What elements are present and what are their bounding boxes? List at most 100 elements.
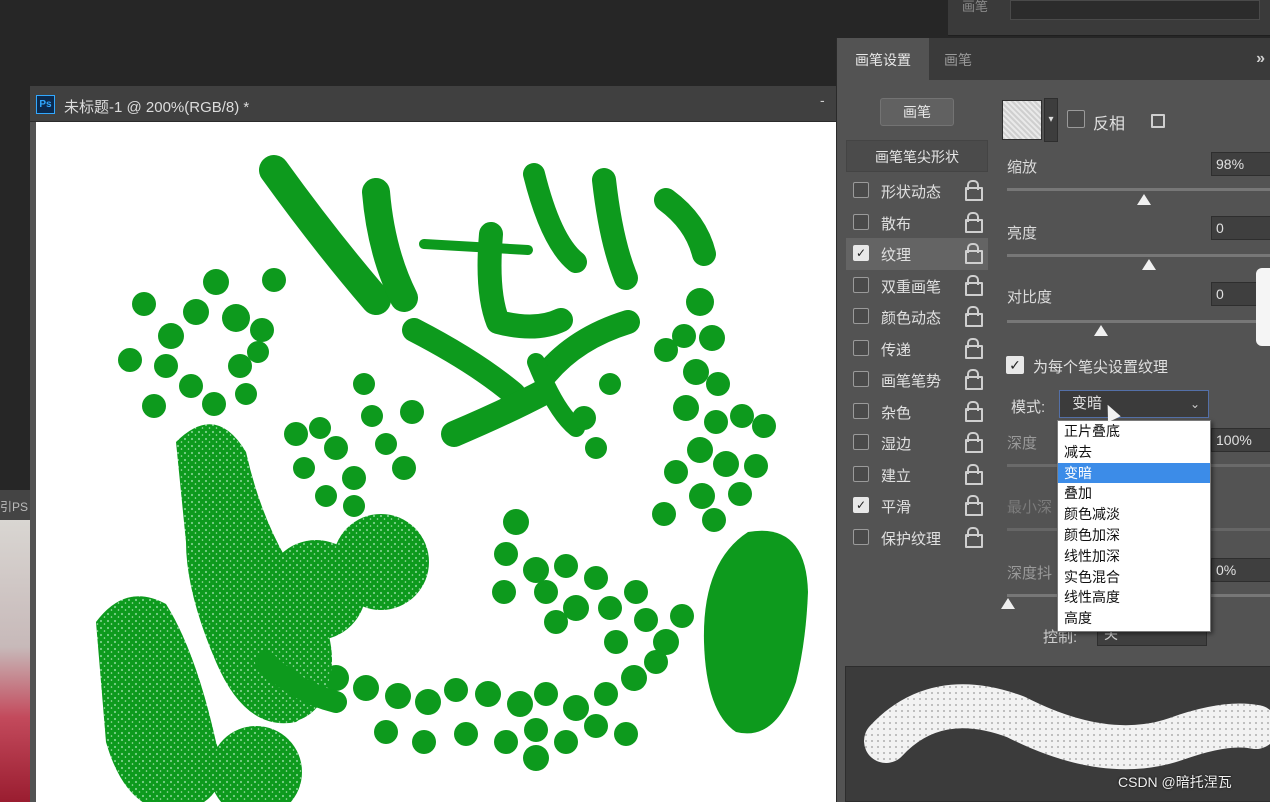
depth-jitter-slider-thumb[interactable] (1001, 598, 1015, 609)
brightness-slider-thumb[interactable] (1142, 259, 1156, 270)
brightness-slider-track[interactable] (1007, 254, 1270, 257)
texture-pattern-swatch[interactable] (1002, 100, 1042, 140)
option-brush-pose[interactable]: 画笔笔势 (846, 364, 988, 396)
depth-label: 深度 (1007, 435, 1038, 452)
contrast-label: 对比度 (1007, 289, 1053, 306)
contrast-slider-thumb[interactable] (1094, 325, 1108, 336)
mode-select[interactable]: 变暗 ⌄ (1059, 390, 1209, 418)
document-window: Ps 未标题-1 @ 200%(RGB/8) * - (30, 86, 838, 802)
depth-jitter-value-field[interactable]: 0% (1211, 558, 1270, 582)
mode-option-linear-height[interactable]: 线性高度 (1058, 587, 1210, 608)
option-transfer[interactable]: 传递 (846, 333, 988, 365)
lock-icon[interactable] (964, 369, 983, 390)
options-bar-label: 画笔 (962, 0, 989, 14)
mode-option-multiply[interactable]: 正片叠底 (1058, 421, 1210, 442)
checkbox[interactable] (853, 371, 869, 387)
lock-icon[interactable] (964, 211, 983, 233)
lock-icon[interactable] (964, 337, 983, 359)
brightness-value-field[interactable]: 0 (1211, 216, 1270, 240)
option-label: 纹理 (881, 247, 912, 264)
green-brush-strokes (96, 155, 808, 802)
tab-brush-settings[interactable]: 画笔设置 (837, 38, 929, 80)
lock-icon[interactable] (964, 274, 983, 296)
option-noise[interactable]: 杂色 (846, 396, 988, 428)
mode-option-height[interactable]: 高度 (1058, 608, 1210, 629)
checkbox[interactable] (853, 528, 869, 545)
checkbox[interactable] (853, 465, 869, 482)
create-pattern-icon[interactable] (1151, 114, 1165, 128)
chevron-down-icon: ⌄ (1189, 397, 1200, 411)
option-dual-brush[interactable]: 双重画笔 (846, 270, 988, 302)
lock-icon[interactable] (964, 400, 983, 422)
mode-option-color-dodge[interactable]: 颜色减淡 (1058, 504, 1210, 525)
lock-icon[interactable] (964, 432, 983, 453)
checkbox[interactable] (853, 402, 869, 419)
mode-label: 模式: (1011, 399, 1046, 416)
option-label: 双重画笔 (881, 278, 942, 296)
option-label: 杂色 (881, 404, 912, 422)
option-label: 形状动态 (881, 184, 942, 201)
background-photo (0, 520, 30, 802)
lock-icon[interactable] (964, 180, 983, 201)
option-label: 保护纹理 (881, 530, 942, 548)
checkbox-checked[interactable]: ✓ (853, 245, 869, 261)
scale-slider-track[interactable] (1007, 188, 1270, 191)
background-document-thumbnail[interactable]: 引PS (0, 490, 30, 802)
checkbox[interactable] (853, 182, 869, 198)
mode-option-subtract[interactable]: 减去 (1058, 442, 1210, 463)
option-protect-texture[interactable]: 保护纹理 (846, 522, 988, 554)
lock-icon[interactable] (964, 463, 983, 485)
depth-value-field[interactable]: 100% (1211, 428, 1270, 452)
panel-tab-bar: 画笔设置 画笔 » (837, 38, 1270, 80)
option-label: 平滑 (881, 499, 912, 516)
brush-options-list: 形状动态 散布 ✓ 纹理 双重画笔 颜色动态 传递 画笔笔势 杂色 湿边 建立 ✓… (846, 175, 988, 553)
scale-value-field[interactable]: 98% (1211, 152, 1270, 176)
chevron-down-icon[interactable]: ▾ (1044, 98, 1058, 142)
tab-brushes[interactable]: 画笔 (933, 38, 983, 80)
document-tab[interactable]: Ps 未标题-1 @ 200%(RGB/8) * - (30, 86, 838, 122)
option-build-up[interactable]: 建立 (846, 459, 988, 491)
option-texture[interactable]: ✓ 纹理 (846, 238, 988, 270)
option-wet-edges[interactable]: 湿边 (846, 427, 988, 459)
mode-option-overlay[interactable]: 叠加 (1058, 483, 1210, 504)
photoshop-window: 画笔 引PS Ps 未标题-1 @ 200%(RGB/8) * - 画笔设置 画… (0, 0, 1270, 802)
mode-option-hard-mix[interactable]: 实色混合 (1058, 567, 1210, 588)
checkbox[interactable] (853, 308, 869, 324)
background-document-tab-text: 引PS (0, 500, 29, 514)
invert-checkbox[interactable] (1067, 110, 1085, 128)
lock-icon[interactable] (964, 243, 983, 264)
option-label: 湿边 (881, 436, 912, 453)
options-bar-fragment: 画笔 (948, 0, 1270, 36)
option-scattering[interactable]: 散布 (846, 207, 988, 239)
minimize-document-button[interactable]: - (820, 92, 834, 108)
checkbox-checked[interactable]: ✓ (853, 497, 869, 513)
min-depth-label: 最小深 (1007, 499, 1053, 516)
mode-select-value: 变暗 (1072, 395, 1103, 412)
checkbox[interactable] (853, 339, 869, 356)
contrast-slider-track[interactable] (1007, 320, 1270, 323)
mode-option-linear-burn[interactable]: 线性加深 (1058, 546, 1210, 567)
double-chevron-right-icon[interactable]: » (1256, 50, 1265, 68)
lock-icon[interactable] (964, 495, 983, 516)
brushes-button[interactable]: 画笔 (880, 98, 954, 126)
option-shape-dynamics[interactable]: 形状动态 (846, 175, 988, 207)
lock-icon[interactable] (964, 306, 983, 327)
brush-tip-shape-item[interactable]: 画笔笔尖形状 (846, 140, 988, 172)
mode-option-darken[interactable]: 变暗 (1058, 462, 1210, 484)
option-label: 建立 (881, 467, 912, 485)
option-smoothing[interactable]: ✓ 平滑 (846, 490, 988, 522)
offscreen-panel-edge (1256, 268, 1270, 346)
document-canvas[interactable] (36, 122, 838, 802)
checkbox[interactable] (853, 434, 869, 450)
lock-icon[interactable] (964, 526, 983, 548)
option-color-dynamics[interactable]: 颜色动态 (846, 301, 988, 333)
mode-option-color-burn[interactable]: 颜色加深 (1058, 525, 1210, 546)
document-title: 未标题-1 @ 200%(RGB/8) * (64, 99, 250, 116)
checkbox[interactable] (853, 276, 869, 293)
options-bar-field[interactable] (1010, 0, 1260, 20)
depth-jitter-label: 深度抖 (1007, 565, 1053, 582)
scale-slider-thumb[interactable] (1137, 194, 1151, 205)
watermark: CSDN @暗托涅瓦 (1118, 774, 1232, 790)
texture-each-tip-checkbox[interactable]: ✓ (1006, 356, 1024, 374)
checkbox[interactable] (853, 213, 869, 230)
